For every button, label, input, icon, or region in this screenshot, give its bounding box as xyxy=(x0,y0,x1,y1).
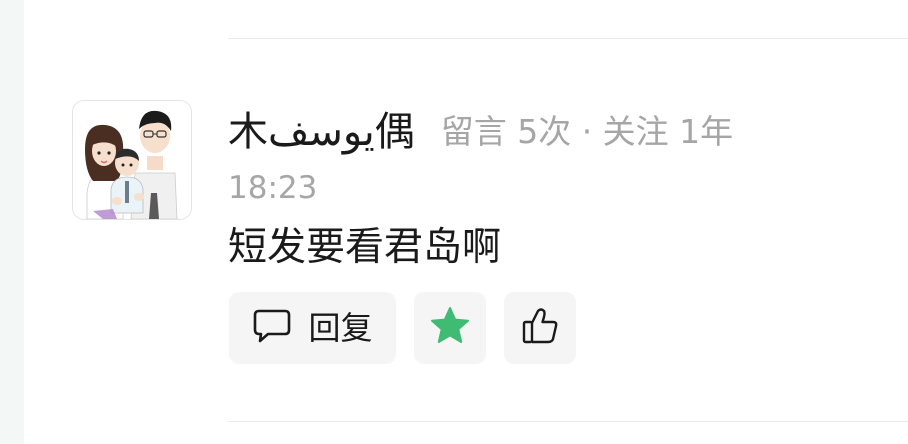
divider xyxy=(228,421,908,422)
like-button[interactable] xyxy=(504,292,576,364)
star-icon xyxy=(429,306,471,350)
username[interactable]: 木يوسف偶 xyxy=(228,106,415,158)
reply-label: 回复 xyxy=(308,309,373,347)
star-button[interactable] xyxy=(414,292,486,364)
comment-text: 短发要看君岛啊 xyxy=(228,225,502,270)
comment-header: 木يوسف偶 留言 5次 · 关注 1年 xyxy=(228,106,733,158)
thumbs-up-icon xyxy=(520,306,560,350)
user-meta: 留言 5次 · 关注 1年 xyxy=(440,112,734,151)
family-cartoon-avatar-icon xyxy=(73,101,191,219)
comment-time: 18:23 xyxy=(228,170,318,206)
chat-bubble-icon xyxy=(252,308,292,348)
left-gutter xyxy=(0,0,24,444)
comment-card: 木يوسف偶 留言 5次 · 关注 1年 18:23 短发要看君岛啊 回复 xyxy=(0,0,908,444)
reply-button[interactable]: 回复 xyxy=(229,292,396,364)
divider xyxy=(228,38,908,39)
avatar[interactable] xyxy=(72,100,192,220)
